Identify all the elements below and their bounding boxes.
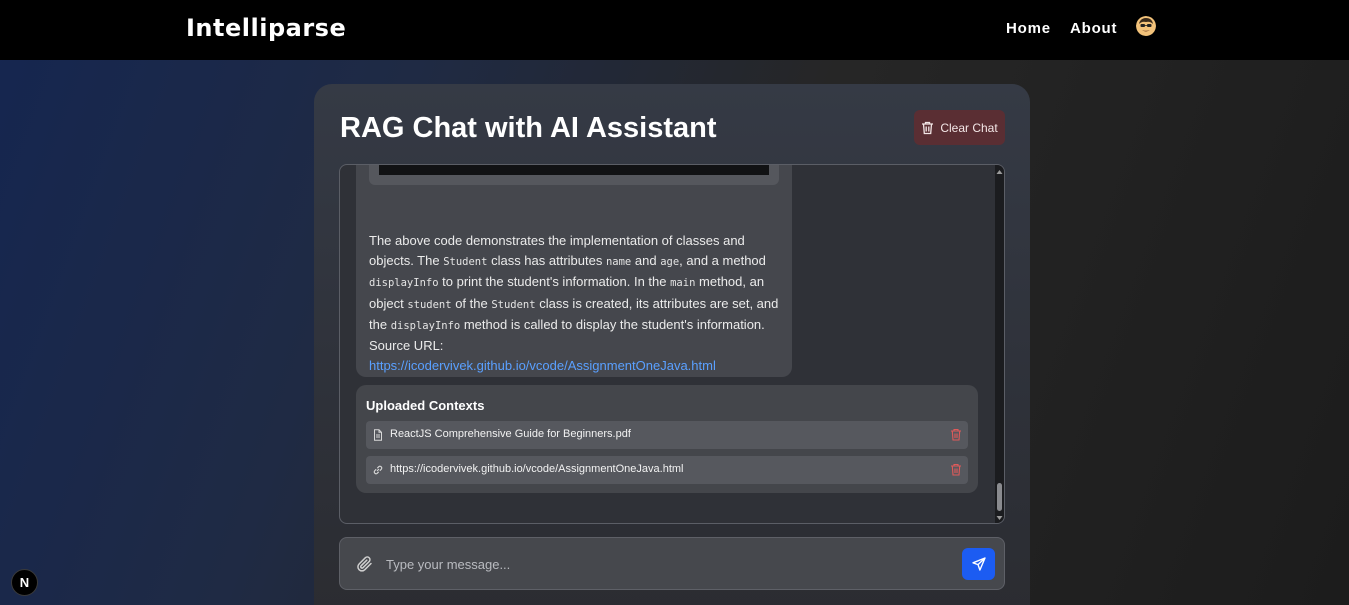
inline-code: Student <box>491 298 536 311</box>
message-body: The above code demonstrates the implemen… <box>369 233 778 332</box>
delete-context-button[interactable] <box>950 463 962 476</box>
send-button[interactable] <box>962 548 995 580</box>
inline-code: main <box>670 277 696 290</box>
source-link[interactable]: https://icodervivek.github.io/vcode/Assi… <box>369 358 716 373</box>
user-avatar[interactable] <box>1136 16 1156 36</box>
inline-code: displayInfo <box>390 319 461 332</box>
context-item[interactable]: https://icodervivek.github.io/vcode/Assi… <box>366 456 968 484</box>
scroll-up-arrow-icon[interactable] <box>996 169 1003 175</box>
context-item[interactable]: ReactJS Comprehensive Guide for Beginner… <box>366 421 968 449</box>
chat-scrollbar[interactable] <box>995 165 1004 523</box>
chat-card: RAG Chat with AI Assistant Clear Chat Th… <box>314 84 1030 605</box>
message-input[interactable] <box>386 550 956 578</box>
uploaded-contexts-title: Uploaded Contexts <box>366 398 485 413</box>
message-segment: , and a method <box>679 253 766 269</box>
nav-link-home[interactable]: Home <box>1006 20 1051 37</box>
message-text: The above code demonstrates the implemen… <box>369 231 784 376</box>
clear-chat-button[interactable]: Clear Chat <box>914 110 1005 145</box>
uploaded-contexts-panel: Uploaded Contexts ReactJS Comprehensive … <box>356 385 978 493</box>
file-icon <box>374 429 382 441</box>
delete-context-button[interactable] <box>950 428 962 441</box>
navbar: Intelliparse Home About <box>0 0 1349 60</box>
inline-code: name <box>605 256 632 269</box>
context-label: https://icodervivek.github.io/vcode/Assi… <box>390 463 684 475</box>
message-segment: class has attributes <box>487 253 606 269</box>
send-icon <box>971 557 986 571</box>
code-block <box>369 165 779 185</box>
scrollbar-thumb[interactable] <box>997 483 1002 511</box>
inline-code: student <box>407 298 452 311</box>
nextjs-badge[interactable]: N <box>11 569 38 596</box>
paperclip-icon[interactable] <box>356 555 374 573</box>
message-segment: and <box>631 253 661 269</box>
assistant-message: The above code demonstrates the implemen… <box>356 165 792 377</box>
page-title: RAG Chat with AI Assistant <box>340 112 717 144</box>
link-icon <box>373 465 383 475</box>
source-label: Source URL: <box>369 338 444 354</box>
message-segment: method is called to display the student'… <box>460 316 765 332</box>
code-block-content <box>379 165 769 175</box>
brand-logo[interactable]: Intelliparse <box>186 14 346 42</box>
context-label: ReactJS Comprehensive Guide for Beginner… <box>390 428 631 440</box>
nav-link-about[interactable]: About <box>1070 20 1117 37</box>
message-segment: to print the student's information. In t… <box>438 274 671 290</box>
inline-code: Student <box>443 256 488 269</box>
message-composer <box>339 537 1005 590</box>
inline-code: age <box>660 256 680 269</box>
scroll-down-arrow-icon[interactable] <box>996 515 1003 521</box>
inline-code: displayInfo <box>369 277 439 290</box>
trash-icon <box>922 121 934 134</box>
message-segment: of the <box>451 295 492 311</box>
message-list[interactable]: The above code demonstrates the implemen… <box>339 164 1005 524</box>
clear-chat-label: Clear Chat <box>940 120 998 135</box>
